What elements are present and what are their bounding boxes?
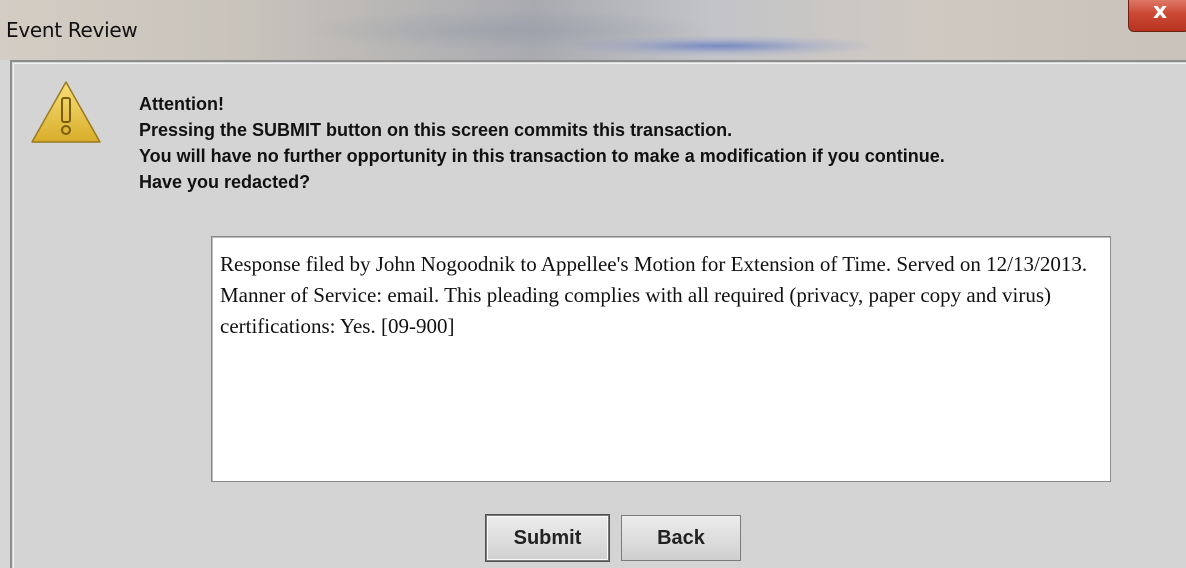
- warning-message: Attention! Pressing the SUBMIT button on…: [139, 91, 945, 195]
- warning-triangle-icon: [31, 81, 101, 143]
- message-line-submit: Pressing the SUBMIT button on this scree…: [139, 120, 733, 140]
- message-line-attention: Attention!: [139, 94, 224, 114]
- window-title: Event Review: [6, 18, 138, 42]
- close-button[interactable]: x: [1128, 0, 1186, 32]
- docket-text: Response filed by John Nogoodnik to Appe…: [220, 252, 1088, 338]
- background-blur-blue: [570, 36, 870, 56]
- message-line-redacted: Have you redacted?: [139, 172, 311, 192]
- message-line-no-modification: You will have no further opportunity in …: [139, 146, 945, 166]
- title-bar[interactable]: Event Review x: [0, 0, 1186, 60]
- submit-button[interactable]: Submit: [486, 515, 609, 561]
- back-button[interactable]: Back: [621, 515, 741, 561]
- close-icon: x: [1153, 0, 1168, 24]
- docket-text-area[interactable]: Response filed by John Nogoodnik to Appe…: [211, 236, 1111, 482]
